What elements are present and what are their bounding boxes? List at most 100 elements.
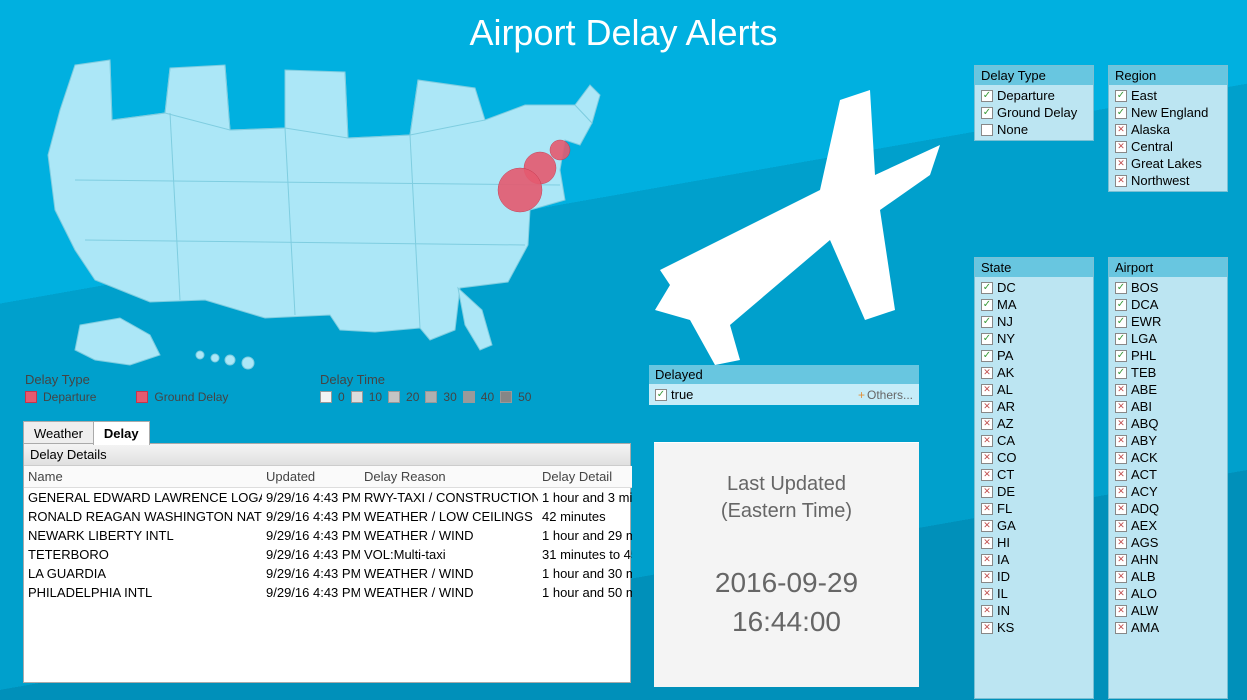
checkbox-x-icon xyxy=(981,469,993,481)
filter-option-state-ak[interactable]: AK xyxy=(979,365,1089,380)
filter-option-airport-ewr[interactable]: EWR xyxy=(1113,314,1223,329)
checkbox-x-icon xyxy=(1115,503,1127,515)
filter-option-state-ct[interactable]: CT xyxy=(979,467,1089,482)
filter-option-airport-abq[interactable]: ABQ xyxy=(1113,416,1223,431)
checkbox-checked-icon xyxy=(1115,367,1127,379)
checkbox-x-icon xyxy=(1115,141,1127,153)
filter-option-region-northwest[interactable]: Northwest xyxy=(1113,173,1223,188)
filter-option-state-co[interactable]: CO xyxy=(979,450,1089,465)
checkbox-x-icon xyxy=(1115,537,1127,549)
checkbox-x-icon xyxy=(981,554,993,566)
filter-option-state-al[interactable]: AL xyxy=(979,382,1089,397)
filter-option-airport-ack[interactable]: ACK xyxy=(1113,450,1223,465)
filter-option-state-nj[interactable]: NJ xyxy=(979,314,1089,329)
checkbox-x-icon xyxy=(981,435,993,447)
filter-option-airport-adq[interactable]: ADQ xyxy=(1113,501,1223,516)
filter-option-state-in[interactable]: IN xyxy=(979,603,1089,618)
plus-icon: + xyxy=(858,388,865,402)
filter-option-airport-alb[interactable]: ALB xyxy=(1113,569,1223,584)
checkbox-x-icon xyxy=(1115,435,1127,447)
checkbox-x-icon xyxy=(981,588,993,600)
filter-option-region-new-england[interactable]: New England xyxy=(1113,105,1223,120)
filter-option-state-pa[interactable]: PA xyxy=(979,348,1089,363)
checkbox-x-icon xyxy=(1115,401,1127,413)
filter-option-state-ia[interactable]: IA xyxy=(979,552,1089,567)
checkbox-x-icon xyxy=(1115,588,1127,600)
checkbox-checked-icon xyxy=(981,90,993,102)
map-marker-phl[interactable] xyxy=(498,168,542,212)
filter-option-airport-dca[interactable]: DCA xyxy=(1113,297,1223,312)
tab-delay[interactable]: Delay xyxy=(93,421,150,445)
filter-option-state-hi[interactable]: HI xyxy=(979,535,1089,550)
filter-option-airport-alw[interactable]: ALW xyxy=(1113,603,1223,618)
filter-delayed-option-true[interactable]: true xyxy=(655,387,693,402)
checkbox-x-icon xyxy=(981,486,993,498)
checkbox-x-icon xyxy=(1115,469,1127,481)
filter-option-delaytype-none[interactable]: None xyxy=(979,122,1089,137)
table-row[interactable]: NEWARK LIBERTY INTL9/29/16 4:43 PMWEATHE… xyxy=(24,526,632,545)
map-marker-bos[interactable] xyxy=(550,140,570,160)
column-header[interactable]: Delay Detail xyxy=(538,466,632,488)
filter-option-airport-acy[interactable]: ACY xyxy=(1113,484,1223,499)
checkbox-checked-icon xyxy=(981,282,993,294)
checkbox-x-icon xyxy=(981,384,993,396)
filter-option-region-central[interactable]: Central xyxy=(1113,139,1223,154)
legend-item-grounddelay: Ground Delay xyxy=(136,390,228,404)
filter-option-state-fl[interactable]: FL xyxy=(979,501,1089,516)
checkbox-x-icon xyxy=(1115,124,1127,136)
table-row[interactable]: TETERBORO9/29/16 4:43 PMVOL:Multi-taxi31… xyxy=(24,545,632,564)
filter-airport-panel: Airport BOSDCAEWRLGAPHLTEBABEABIABQABYAC… xyxy=(1108,257,1228,699)
filter-option-region-great-lakes[interactable]: Great Lakes xyxy=(1113,156,1223,171)
filter-option-airport-aby[interactable]: ABY xyxy=(1113,433,1223,448)
filter-option-state-de[interactable]: DE xyxy=(979,484,1089,499)
filter-option-region-east[interactable]: East xyxy=(1113,88,1223,103)
filter-option-airport-alo[interactable]: ALO xyxy=(1113,586,1223,601)
filter-option-region-alaska[interactable]: Alaska xyxy=(1113,122,1223,137)
filter-option-airport-aex[interactable]: AEX xyxy=(1113,518,1223,533)
filter-option-airport-lga[interactable]: LGA xyxy=(1113,331,1223,346)
table-row[interactable]: GENERAL EDWARD LAWRENCE LOGAN INTL9/29/1… xyxy=(24,488,632,508)
checkbox-x-icon xyxy=(1115,158,1127,170)
filter-option-state-ma[interactable]: MA xyxy=(979,297,1089,312)
page-title: Airport Delay Alerts xyxy=(0,12,1247,54)
checkbox-x-icon xyxy=(1115,384,1127,396)
filter-option-airport-abi[interactable]: ABI xyxy=(1113,399,1223,414)
filter-option-state-ny[interactable]: NY xyxy=(979,331,1089,346)
column-header[interactable]: Name xyxy=(24,466,262,488)
filter-delayed: Delayed true + Others... xyxy=(649,365,919,405)
checkbox-checked-icon xyxy=(1115,282,1127,294)
delay-details-table: NameUpdatedDelay ReasonDelay Detail GENE… xyxy=(24,466,632,602)
legend-delay-time: Delay Time 01020304050 xyxy=(320,372,531,404)
checkbox-x-icon xyxy=(981,503,993,515)
filter-option-airport-bos[interactable]: BOS xyxy=(1113,280,1223,295)
us-map-icon[interactable] xyxy=(20,50,650,370)
filter-option-airport-phl[interactable]: PHL xyxy=(1113,348,1223,363)
filter-option-state-il[interactable]: IL xyxy=(979,586,1089,601)
filter-option-state-ks[interactable]: KS xyxy=(979,620,1089,635)
checkbox-empty-icon xyxy=(981,124,993,136)
filter-option-airport-ags[interactable]: AGS xyxy=(1113,535,1223,550)
filter-option-state-ar[interactable]: AR xyxy=(979,399,1089,414)
checkbox-checked-icon xyxy=(1115,316,1127,328)
filter-option-airport-teb[interactable]: TEB xyxy=(1113,365,1223,380)
filter-option-delaytype-departure[interactable]: Departure xyxy=(979,88,1089,103)
checkbox-checked-icon xyxy=(1115,299,1127,311)
table-row[interactable]: PHILADELPHIA INTL9/29/16 4:43 PMWEATHER … xyxy=(24,583,632,602)
filter-option-state-ga[interactable]: GA xyxy=(979,518,1089,533)
filter-option-airport-ahn[interactable]: AHN xyxy=(1113,552,1223,567)
filter-option-delaytype-ground-delay[interactable]: Ground Delay xyxy=(979,105,1089,120)
filter-option-state-dc[interactable]: DC xyxy=(979,280,1089,295)
filter-delayed-others[interactable]: + Others... xyxy=(858,388,913,402)
table-row[interactable]: LA GUARDIA9/29/16 4:43 PMWEATHER / WIND1… xyxy=(24,564,632,583)
filter-option-airport-act[interactable]: ACT xyxy=(1113,467,1223,482)
column-header[interactable]: Delay Reason xyxy=(360,466,538,488)
table-row[interactable]: RONALD REAGAN WASHINGTON NATL9/29/16 4:4… xyxy=(24,507,632,526)
filter-option-state-id[interactable]: ID xyxy=(979,569,1089,584)
filter-option-state-az[interactable]: AZ xyxy=(979,416,1089,431)
tab-weather[interactable]: Weather xyxy=(23,421,94,445)
column-header[interactable]: Updated xyxy=(262,466,360,488)
filter-option-airport-abe[interactable]: ABE xyxy=(1113,382,1223,397)
filter-option-state-ca[interactable]: CA xyxy=(979,433,1089,448)
checkbox-x-icon xyxy=(981,571,993,583)
filter-option-airport-ama[interactable]: AMA xyxy=(1113,620,1223,635)
